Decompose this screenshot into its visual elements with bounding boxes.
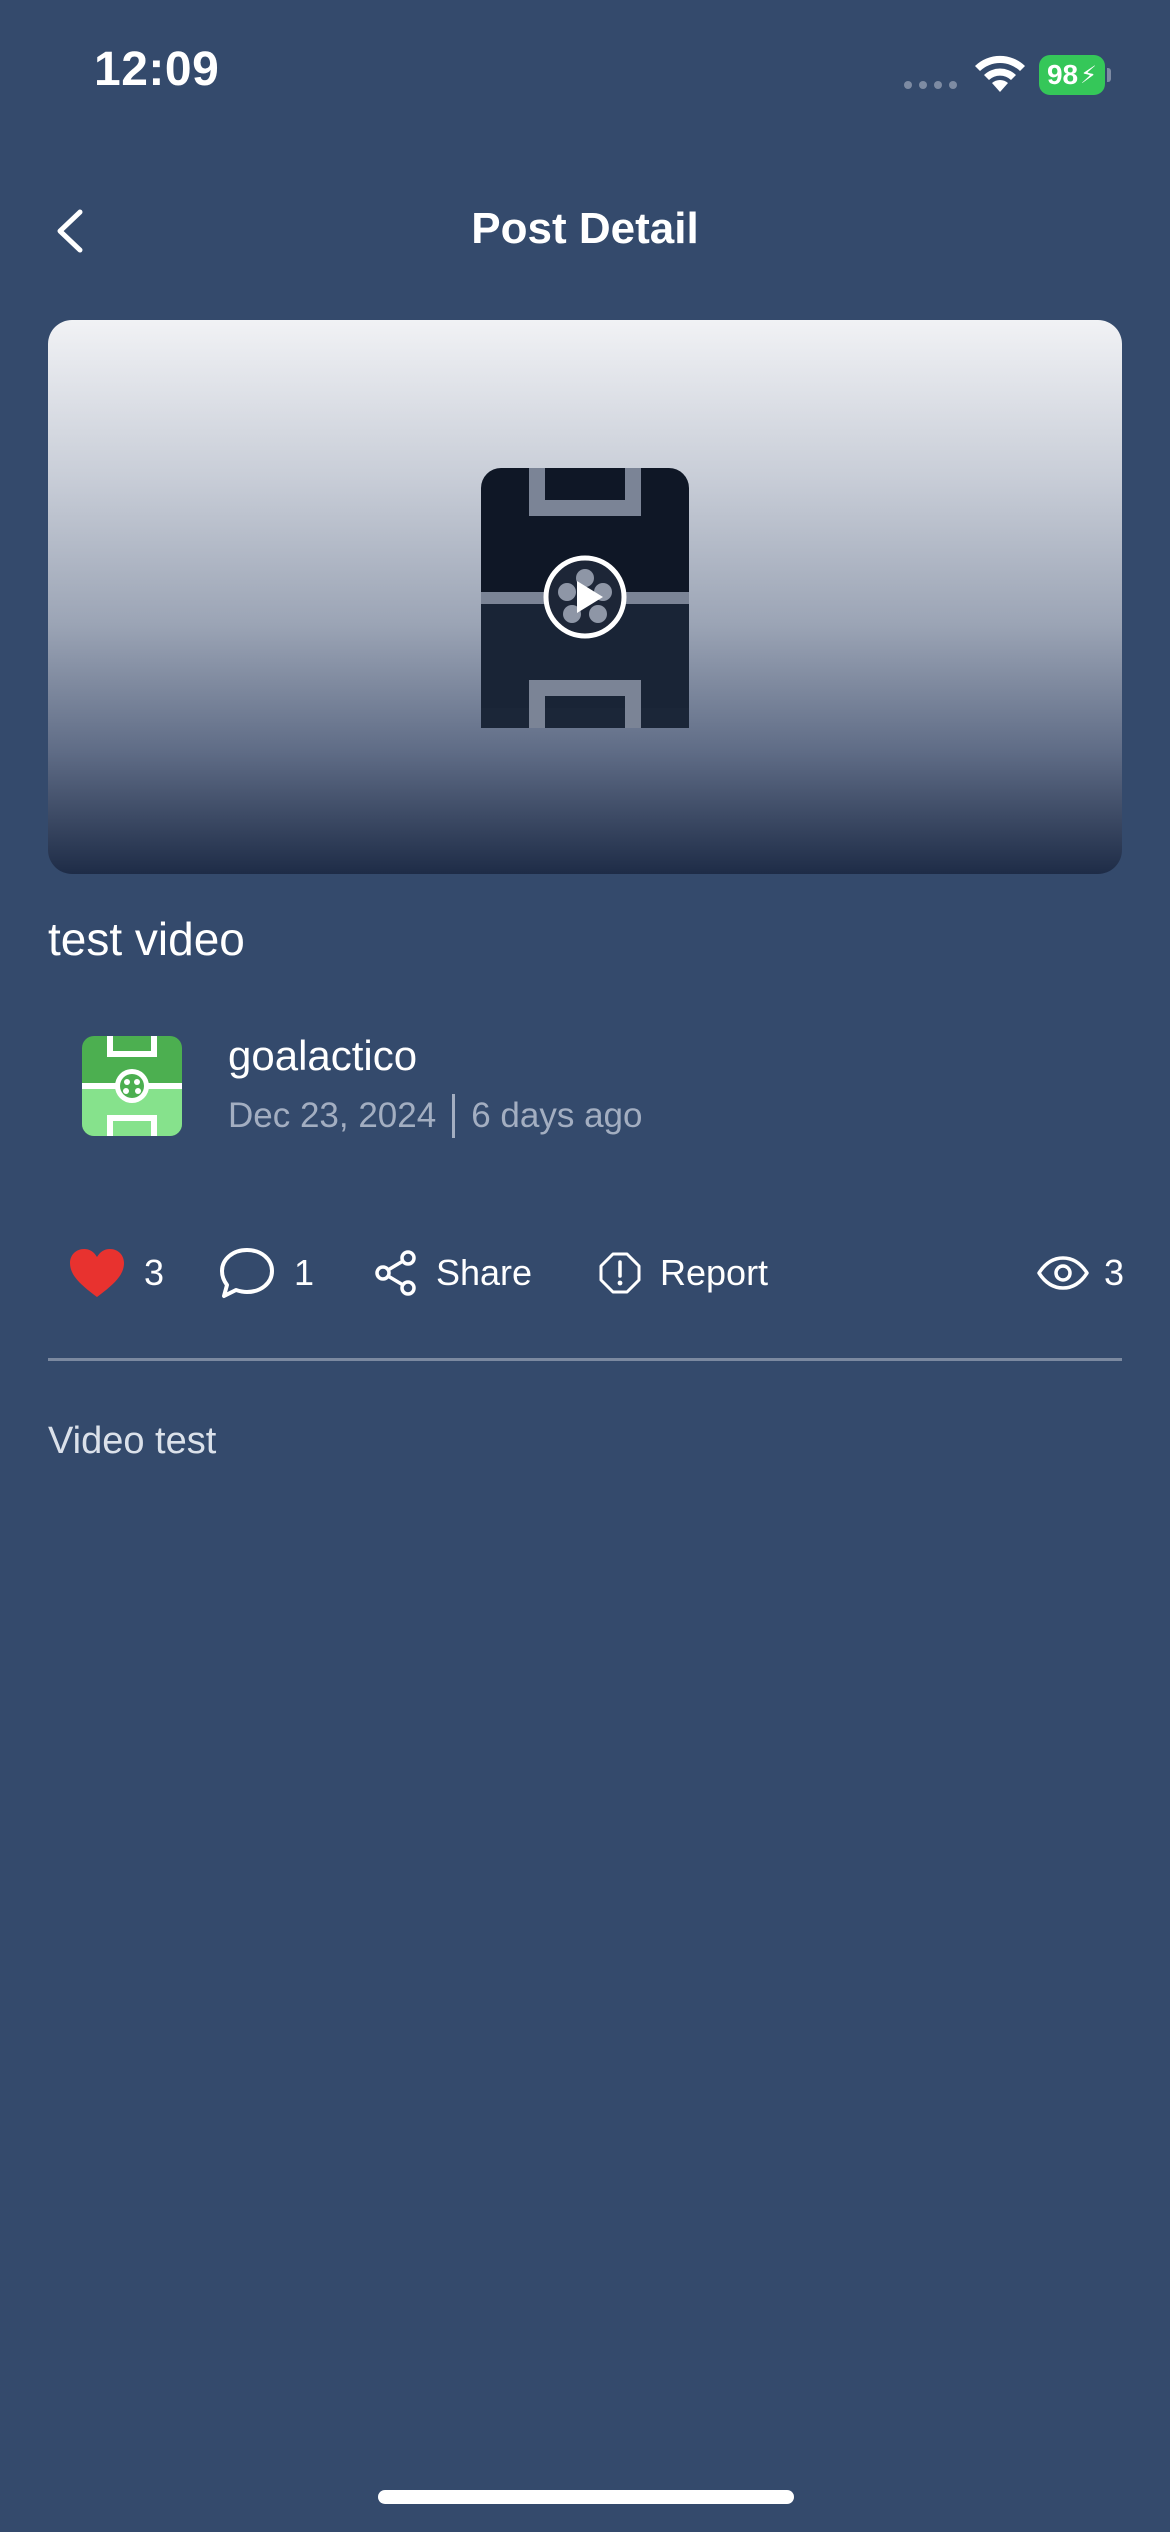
heart-icon (70, 1249, 124, 1297)
soccer-pitch-icon (82, 1036, 182, 1136)
battery-charging-icon: 98 ⚡ (1039, 55, 1111, 95)
avatar[interactable] (82, 1036, 182, 1136)
status-time: 12:09 (94, 43, 220, 96)
report-label: Report (660, 1252, 769, 1293)
share-icon (375, 1250, 416, 1296)
battery-level: 98 (1046, 59, 1079, 90)
video-player[interactable] (48, 320, 1122, 874)
view-count: 3 (1036, 1241, 1124, 1305)
share-label: Share (436, 1252, 533, 1293)
home-indicator[interactable] (378, 2490, 794, 2504)
page-title: Post Detail (471, 204, 699, 253)
post-body: Video test (48, 1420, 217, 1462)
author-name[interactable]: goalactico (228, 1032, 417, 1080)
cellular-signal-icon (904, 81, 957, 89)
post-title: test video (48, 913, 245, 965)
eye-icon (1037, 1256, 1089, 1290)
comment-icon (220, 1248, 274, 1298)
wifi-icon (975, 55, 1025, 92)
post-relative-time: 6 days ago (471, 1096, 643, 1135)
like-count: 3 (144, 1252, 165, 1293)
meta-divider (452, 1094, 456, 1138)
post-date: Dec 23, 2024 (228, 1096, 437, 1135)
comment-button[interactable]: 1 (218, 1241, 314, 1305)
play-icon[interactable] (542, 554, 628, 640)
share-button[interactable]: Share (374, 1241, 532, 1305)
report-button[interactable]: Report (598, 1241, 768, 1305)
report-icon (599, 1252, 641, 1294)
view-count-value: 3 (1104, 1252, 1125, 1293)
post-meta: Dec 23, 2024 6 days ago (228, 1094, 642, 1138)
comment-count: 1 (294, 1252, 315, 1293)
divider (48, 1358, 1122, 1361)
like-button[interactable]: 3 (68, 1241, 164, 1305)
